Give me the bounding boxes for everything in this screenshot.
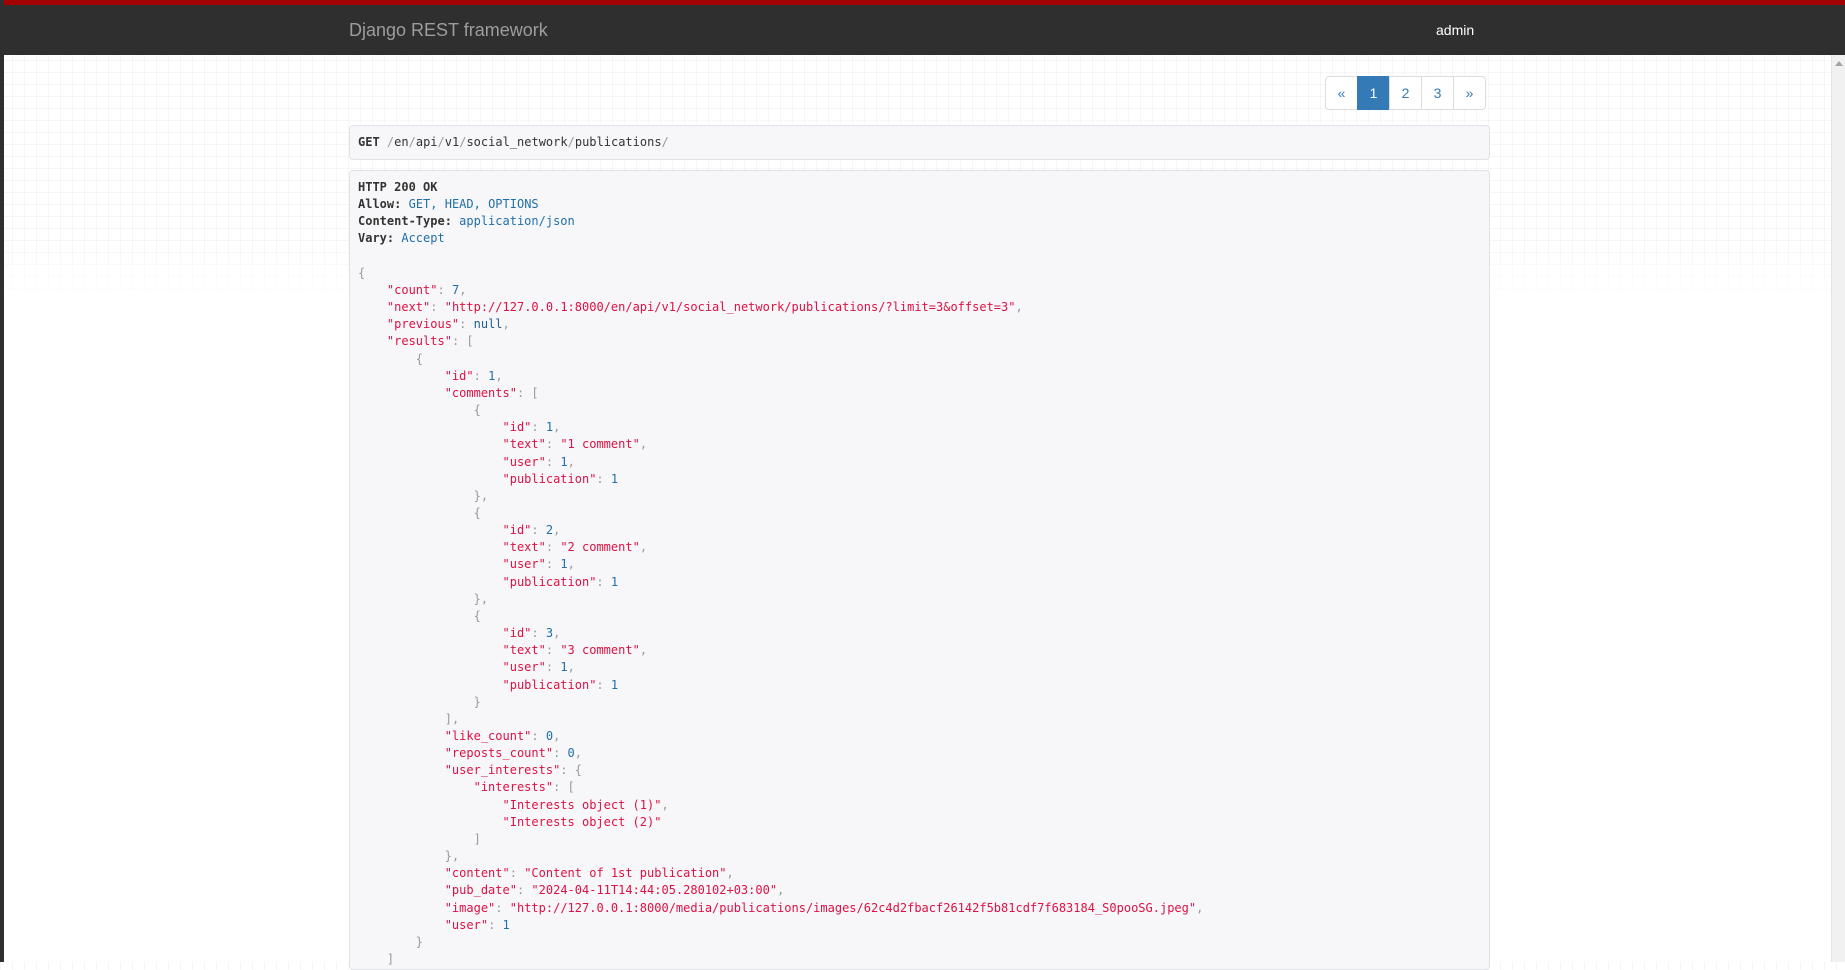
user-menu[interactable]: admin	[1436, 22, 1474, 38]
navbar-brand[interactable]: Django REST framework	[349, 20, 548, 41]
json-key: "user"	[444, 917, 489, 932]
response-json-body: { "count": 7, "next": "http://127.0.0.1:…	[358, 265, 1204, 967]
request-method: GET	[358, 135, 380, 149]
json-key: "pub_date"	[444, 883, 517, 898]
json-key: "id"	[444, 368, 474, 383]
json-string: "http://127.0.0.1:8000/en/api/v1/social_…	[444, 300, 1016, 315]
page-scrollbar[interactable]	[1831, 55, 1845, 962]
json-number: 0	[567, 746, 575, 761]
json-key: "publication"	[502, 471, 597, 486]
pagination-page-1[interactable]: 1	[1357, 76, 1390, 110]
json-key: "next"	[386, 300, 431, 315]
json-number: 1	[610, 677, 619, 692]
pagination: « 1 2 3 »	[1325, 76, 1486, 110]
json-key: "count"	[386, 282, 438, 297]
json-number: 1	[502, 917, 510, 932]
response-status: HTTP 200 OK	[358, 180, 438, 194]
json-number: 1	[560, 660, 568, 675]
json-key: "publication"	[502, 574, 597, 589]
json-number: 1	[560, 454, 568, 469]
path-segment[interactable]: v1	[445, 135, 459, 149]
json-key: "comments"	[444, 385, 517, 400]
response-header-name: Allow:	[358, 197, 402, 212]
json-key: "text"	[502, 540, 546, 555]
response-info: HTTP 200 OK Allow: GET, HEAD, OPTIONS Co…	[349, 170, 1490, 970]
json-key: "user_interests"	[444, 763, 561, 778]
navbar: Django REST framework admin	[0, 0, 1845, 55]
response-header-value: application/json	[459, 214, 575, 229]
json-key: "reposts_count"	[444, 746, 554, 761]
json-key: "text"	[502, 437, 546, 452]
json-key: "id"	[502, 420, 532, 435]
json-string: "1 comment"	[560, 437, 640, 452]
response-header-name: Vary:	[358, 231, 395, 246]
pagination-page-3[interactable]: 3	[1421, 76, 1454, 110]
pagination-page-2[interactable]: 2	[1389, 76, 1422, 110]
response-header-value: Accept	[401, 231, 445, 246]
path-segment[interactable]: publications	[575, 135, 662, 149]
json-null: null	[473, 317, 503, 332]
scroll-up-arrow-icon[interactable]	[1835, 61, 1843, 66]
json-key: "user"	[502, 454, 546, 469]
pagination-next-button[interactable]: »	[1453, 76, 1486, 110]
json-string: "3 comment"	[560, 643, 640, 658]
json-key: "publication"	[502, 677, 597, 692]
json-number: 1	[560, 557, 568, 572]
window-edge	[0, 0, 4, 962]
json-key: "interests"	[473, 780, 554, 795]
response-header-value: GET, HEAD, OPTIONS	[408, 197, 539, 212]
json-key: "image"	[444, 900, 496, 915]
json-key: "previous"	[386, 317, 460, 332]
json-string: "Interests object (1)"	[502, 797, 662, 812]
request-info: GET /en/api/v1/social_network/publicatio…	[349, 125, 1490, 160]
json-key: "id"	[502, 523, 532, 538]
json-string: "2024-04-11T14:44:05.280102+03:00"	[531, 883, 778, 898]
json-key: "results"	[386, 334, 452, 349]
response-header-name: Content-Type:	[358, 214, 452, 229]
json-key: "text"	[502, 643, 546, 658]
json-key: "id"	[502, 626, 532, 641]
json-key: "user"	[502, 660, 546, 675]
path-segment[interactable]: en	[394, 135, 408, 149]
json-key: "content"	[444, 866, 510, 881]
json-string: "Content of 1st publication"	[524, 866, 727, 881]
json-string: "http://127.0.0.1:8000/media/publication…	[509, 900, 1197, 915]
pagination-prev-button[interactable]: «	[1325, 76, 1358, 110]
json-string: "2 comment"	[560, 540, 640, 555]
json-number: 1	[610, 574, 619, 589]
json-string: "Interests object (2)"	[502, 814, 662, 829]
path-segment[interactable]: api	[416, 135, 438, 149]
path-segment[interactable]: social_network	[466, 135, 567, 149]
json-number: 1	[610, 471, 619, 486]
json-key: "like_count"	[444, 729, 532, 743]
json-key: "user"	[502, 557, 546, 572]
